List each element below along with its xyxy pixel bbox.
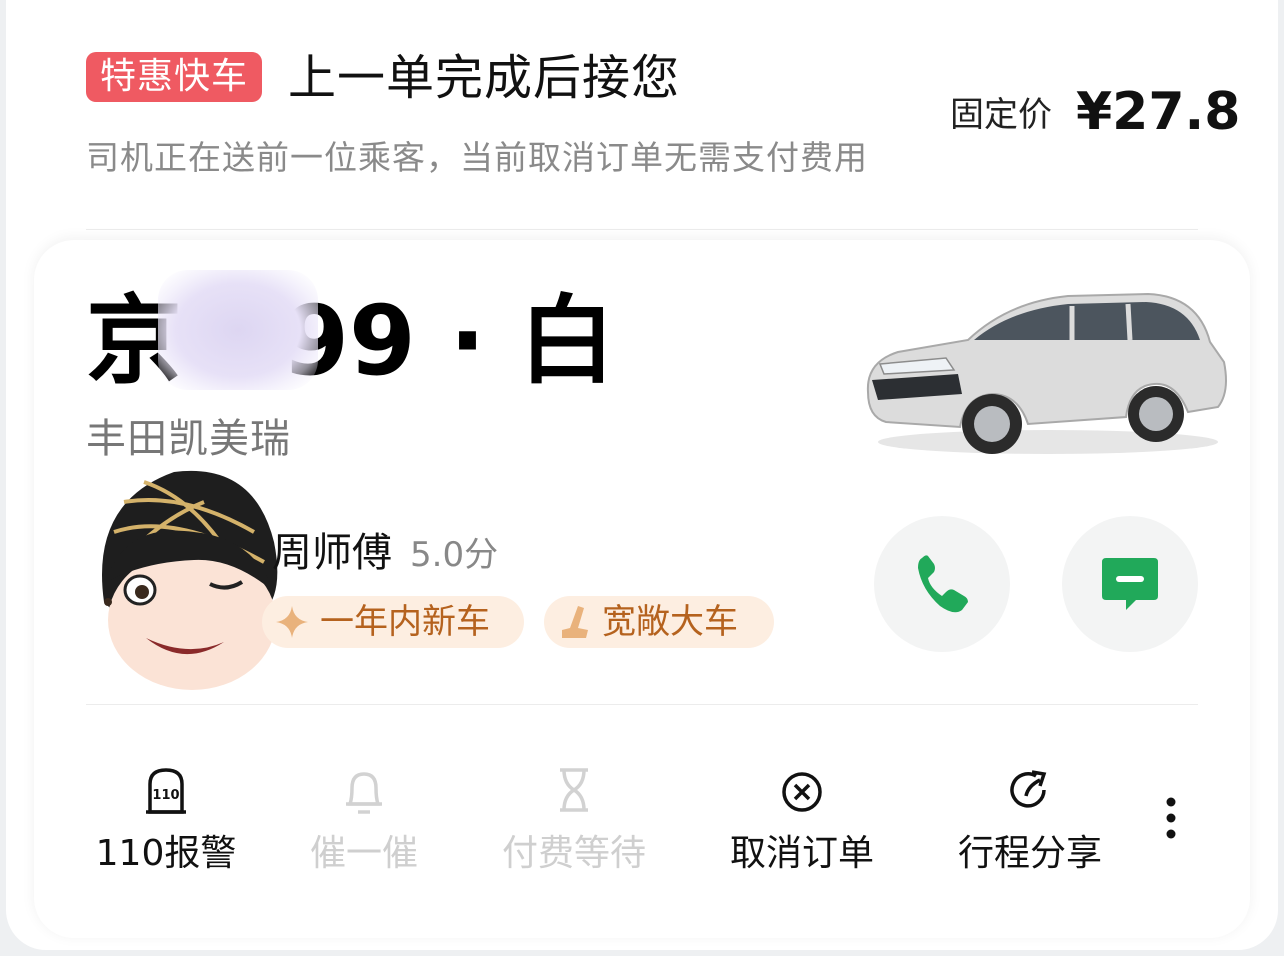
tag-label: 一年内新车 — [320, 602, 490, 642]
svg-text:110: 110 — [152, 788, 179, 803]
action-label: 110报警 — [95, 833, 237, 874]
action-label: 付费等待 — [501, 833, 646, 874]
sparkle-icon — [276, 606, 308, 638]
price-value: ¥27.8 — [1076, 82, 1241, 142]
chat-bubble-icon — [1102, 558, 1158, 610]
driver-name: 周师傅 — [272, 530, 392, 576]
action-110-alarm[interactable]: 110 110报警 — [66, 760, 266, 890]
share-arrow-icon — [1010, 770, 1047, 808]
plate-redaction-smudge — [158, 270, 318, 390]
tag-label: 宽敞大车 — [602, 602, 738, 642]
car-model: 丰田凯美瑞 — [86, 416, 291, 462]
bell-icon — [346, 772, 382, 814]
order-status-title: 上一单完成后接您 — [288, 50, 681, 106]
price-label: 固定价 — [950, 95, 1052, 135]
car-image — [866, 292, 1227, 454]
divider — [86, 229, 1198, 230]
action-share-trip[interactable]: 行程分享 — [930, 760, 1130, 890]
tag-new-car: 一年内新车 — [262, 596, 524, 648]
driver-rating: 5.0分 — [410, 535, 499, 575]
action-cancel-order[interactable]: 取消订单 — [702, 760, 902, 890]
divider — [86, 704, 1198, 705]
action-label: 行程分享 — [957, 833, 1102, 874]
order-status-subtitle: 司机正在送前一位乘客，当前取消订单无需支付费用 — [86, 138, 868, 177]
hourglass-icon — [560, 768, 588, 812]
car-seat-icon — [562, 606, 588, 638]
service-type-badge: 特惠快车 — [86, 52, 263, 102]
message-driver-button[interactable] — [1062, 516, 1198, 652]
tag-spacious-car: 宽敞大车 — [544, 596, 774, 648]
phone-icon — [918, 555, 968, 613]
action-paid-wait[interactable]: 付费等待 — [474, 760, 674, 890]
action-label: 取消订单 — [729, 833, 874, 874]
cancel-circle-icon — [782, 772, 822, 812]
call-driver-button[interactable] — [874, 516, 1010, 652]
action-urge[interactable]: 催一催 — [264, 760, 464, 890]
police-110-icon: 110 — [146, 768, 186, 814]
driver-avatar — [102, 470, 278, 690]
more-options-icon[interactable] — [1156, 792, 1186, 848]
action-label: 催一催 — [309, 833, 418, 874]
